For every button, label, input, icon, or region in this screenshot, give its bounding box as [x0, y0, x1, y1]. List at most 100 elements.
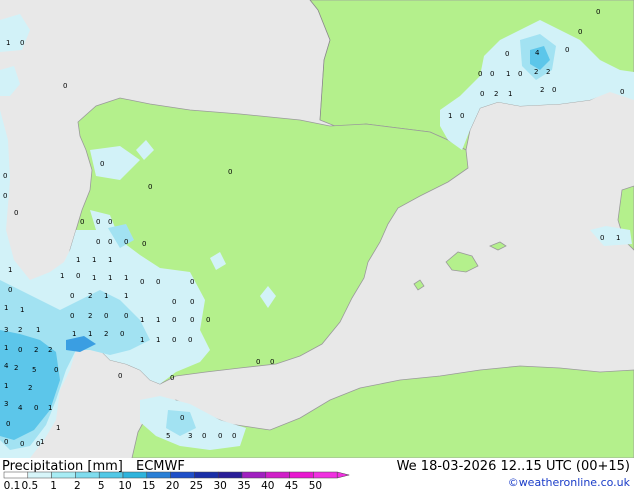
- legend-value: 40: [261, 480, 274, 490]
- map-value: 0: [565, 46, 569, 54]
- map-value: 0: [148, 183, 152, 191]
- map-value: 0: [505, 50, 509, 58]
- map-value: 0: [18, 346, 22, 354]
- map-value: 0: [190, 298, 194, 306]
- map-value: 0: [100, 160, 104, 168]
- footer-datetime: We 18-03-2026 12..15 UTC (00+15): [397, 459, 630, 474]
- map-value: 0: [96, 218, 100, 226]
- legend-value: 0.5: [21, 480, 38, 490]
- map-value: 0: [490, 70, 494, 78]
- legend-swatch: [265, 471, 290, 479]
- legend-value: 50: [309, 480, 322, 490]
- map-value: 0: [228, 168, 232, 176]
- map-value: 0: [478, 70, 482, 78]
- map-value: 1: [4, 382, 8, 390]
- map-value: 0: [76, 272, 80, 280]
- map-value: 0: [206, 316, 210, 324]
- map-value: 0: [4, 438, 8, 446]
- map-value: 0: [552, 86, 556, 94]
- map-value: 2: [88, 292, 92, 300]
- map-value: 1: [616, 234, 620, 242]
- map-value: 2: [48, 346, 52, 354]
- map-value: 1: [506, 70, 510, 78]
- map-value: 0: [188, 336, 192, 344]
- map-value: 1: [508, 90, 512, 98]
- legend-value: 2: [74, 480, 81, 490]
- legend-value: 30: [214, 480, 227, 490]
- map-value: 0: [460, 112, 464, 120]
- legend-value: 15: [142, 480, 155, 490]
- map-value: 0: [172, 298, 176, 306]
- map-value: 0: [232, 432, 236, 440]
- map-value: 0: [172, 336, 176, 344]
- map-value: 1: [48, 404, 52, 412]
- legend-arrow: [336, 471, 350, 479]
- map-value: 1: [4, 304, 8, 312]
- map-value: 0: [108, 238, 112, 246]
- map-value: 0: [124, 312, 128, 320]
- map-value: 1: [36, 326, 40, 334]
- legend-swatch: [146, 471, 171, 479]
- map-value: 1: [4, 344, 8, 352]
- legend-swatch: [27, 471, 52, 479]
- map-value: 0: [218, 432, 222, 440]
- map-value: 0: [70, 312, 74, 320]
- legend-swatch: [75, 471, 100, 479]
- map-value: 0: [270, 358, 274, 366]
- footer-copyright: ©weatheronline.co.uk: [508, 476, 631, 489]
- map-value: 3: [4, 400, 8, 408]
- map-value: 1: [156, 316, 160, 324]
- map-value: 5: [32, 366, 36, 374]
- map-value: 1: [92, 274, 96, 282]
- map-value: 1: [40, 438, 44, 446]
- map-value: 3: [188, 432, 192, 440]
- map-value: 0: [96, 238, 100, 246]
- map-value: 0: [14, 209, 18, 217]
- map-value: 0: [34, 404, 38, 412]
- map-value: 1: [72, 330, 76, 338]
- map-value: 1: [124, 274, 128, 282]
- legend-swatch: [289, 471, 314, 479]
- map-value: 0: [620, 88, 624, 96]
- map-value: 0: [108, 218, 112, 226]
- legend-swatch: [122, 471, 148, 479]
- map-value: 0: [20, 440, 24, 448]
- map-value: 0: [256, 358, 260, 366]
- legend-swatch: [194, 471, 219, 479]
- footer-bar: Precipitation [mm] ECMWF We 18-03-2026 1…: [0, 458, 634, 490]
- legend-swatch: [241, 471, 267, 479]
- legend-value: 1: [50, 480, 57, 490]
- map-value: 0: [8, 286, 12, 294]
- map-value: 0: [70, 292, 74, 300]
- map-value: 1: [60, 272, 64, 280]
- map-value: 3: [4, 326, 8, 334]
- map-value: 1: [8, 266, 12, 274]
- map-value: 2: [14, 364, 18, 372]
- map-value: 1: [88, 330, 92, 338]
- map-value: 0: [170, 374, 174, 382]
- map-value: 0: [480, 90, 484, 98]
- precipitation-map: 1 0 0 0 0 0 0 0 4 0 0 0 0 0 0 1 0 2 2 0 …: [0, 0, 634, 458]
- map-value: 1: [108, 274, 112, 282]
- legend-swatch: [170, 471, 195, 479]
- map-value: 1: [140, 336, 144, 344]
- legend-value: 25: [190, 480, 203, 490]
- map-value: 0: [578, 28, 582, 36]
- map-value: 0: [3, 192, 7, 200]
- map-value: 2: [28, 384, 32, 392]
- map-value: 1: [20, 306, 24, 314]
- legend-swatch: [3, 471, 29, 479]
- map-value: 1: [92, 256, 96, 264]
- map-value: 0: [118, 372, 122, 380]
- map-value: 0: [124, 238, 128, 246]
- legend-value: 10: [118, 480, 131, 490]
- map-value: 2: [34, 346, 38, 354]
- map-value: 0: [142, 240, 146, 248]
- map-value: 0: [172, 316, 176, 324]
- map-value: 0: [600, 234, 604, 242]
- map-value: 1: [140, 316, 144, 324]
- map-value: 0: [3, 172, 7, 180]
- map-value: 2: [88, 312, 92, 320]
- map-value: 1: [76, 256, 80, 264]
- map-value: 0: [20, 39, 24, 47]
